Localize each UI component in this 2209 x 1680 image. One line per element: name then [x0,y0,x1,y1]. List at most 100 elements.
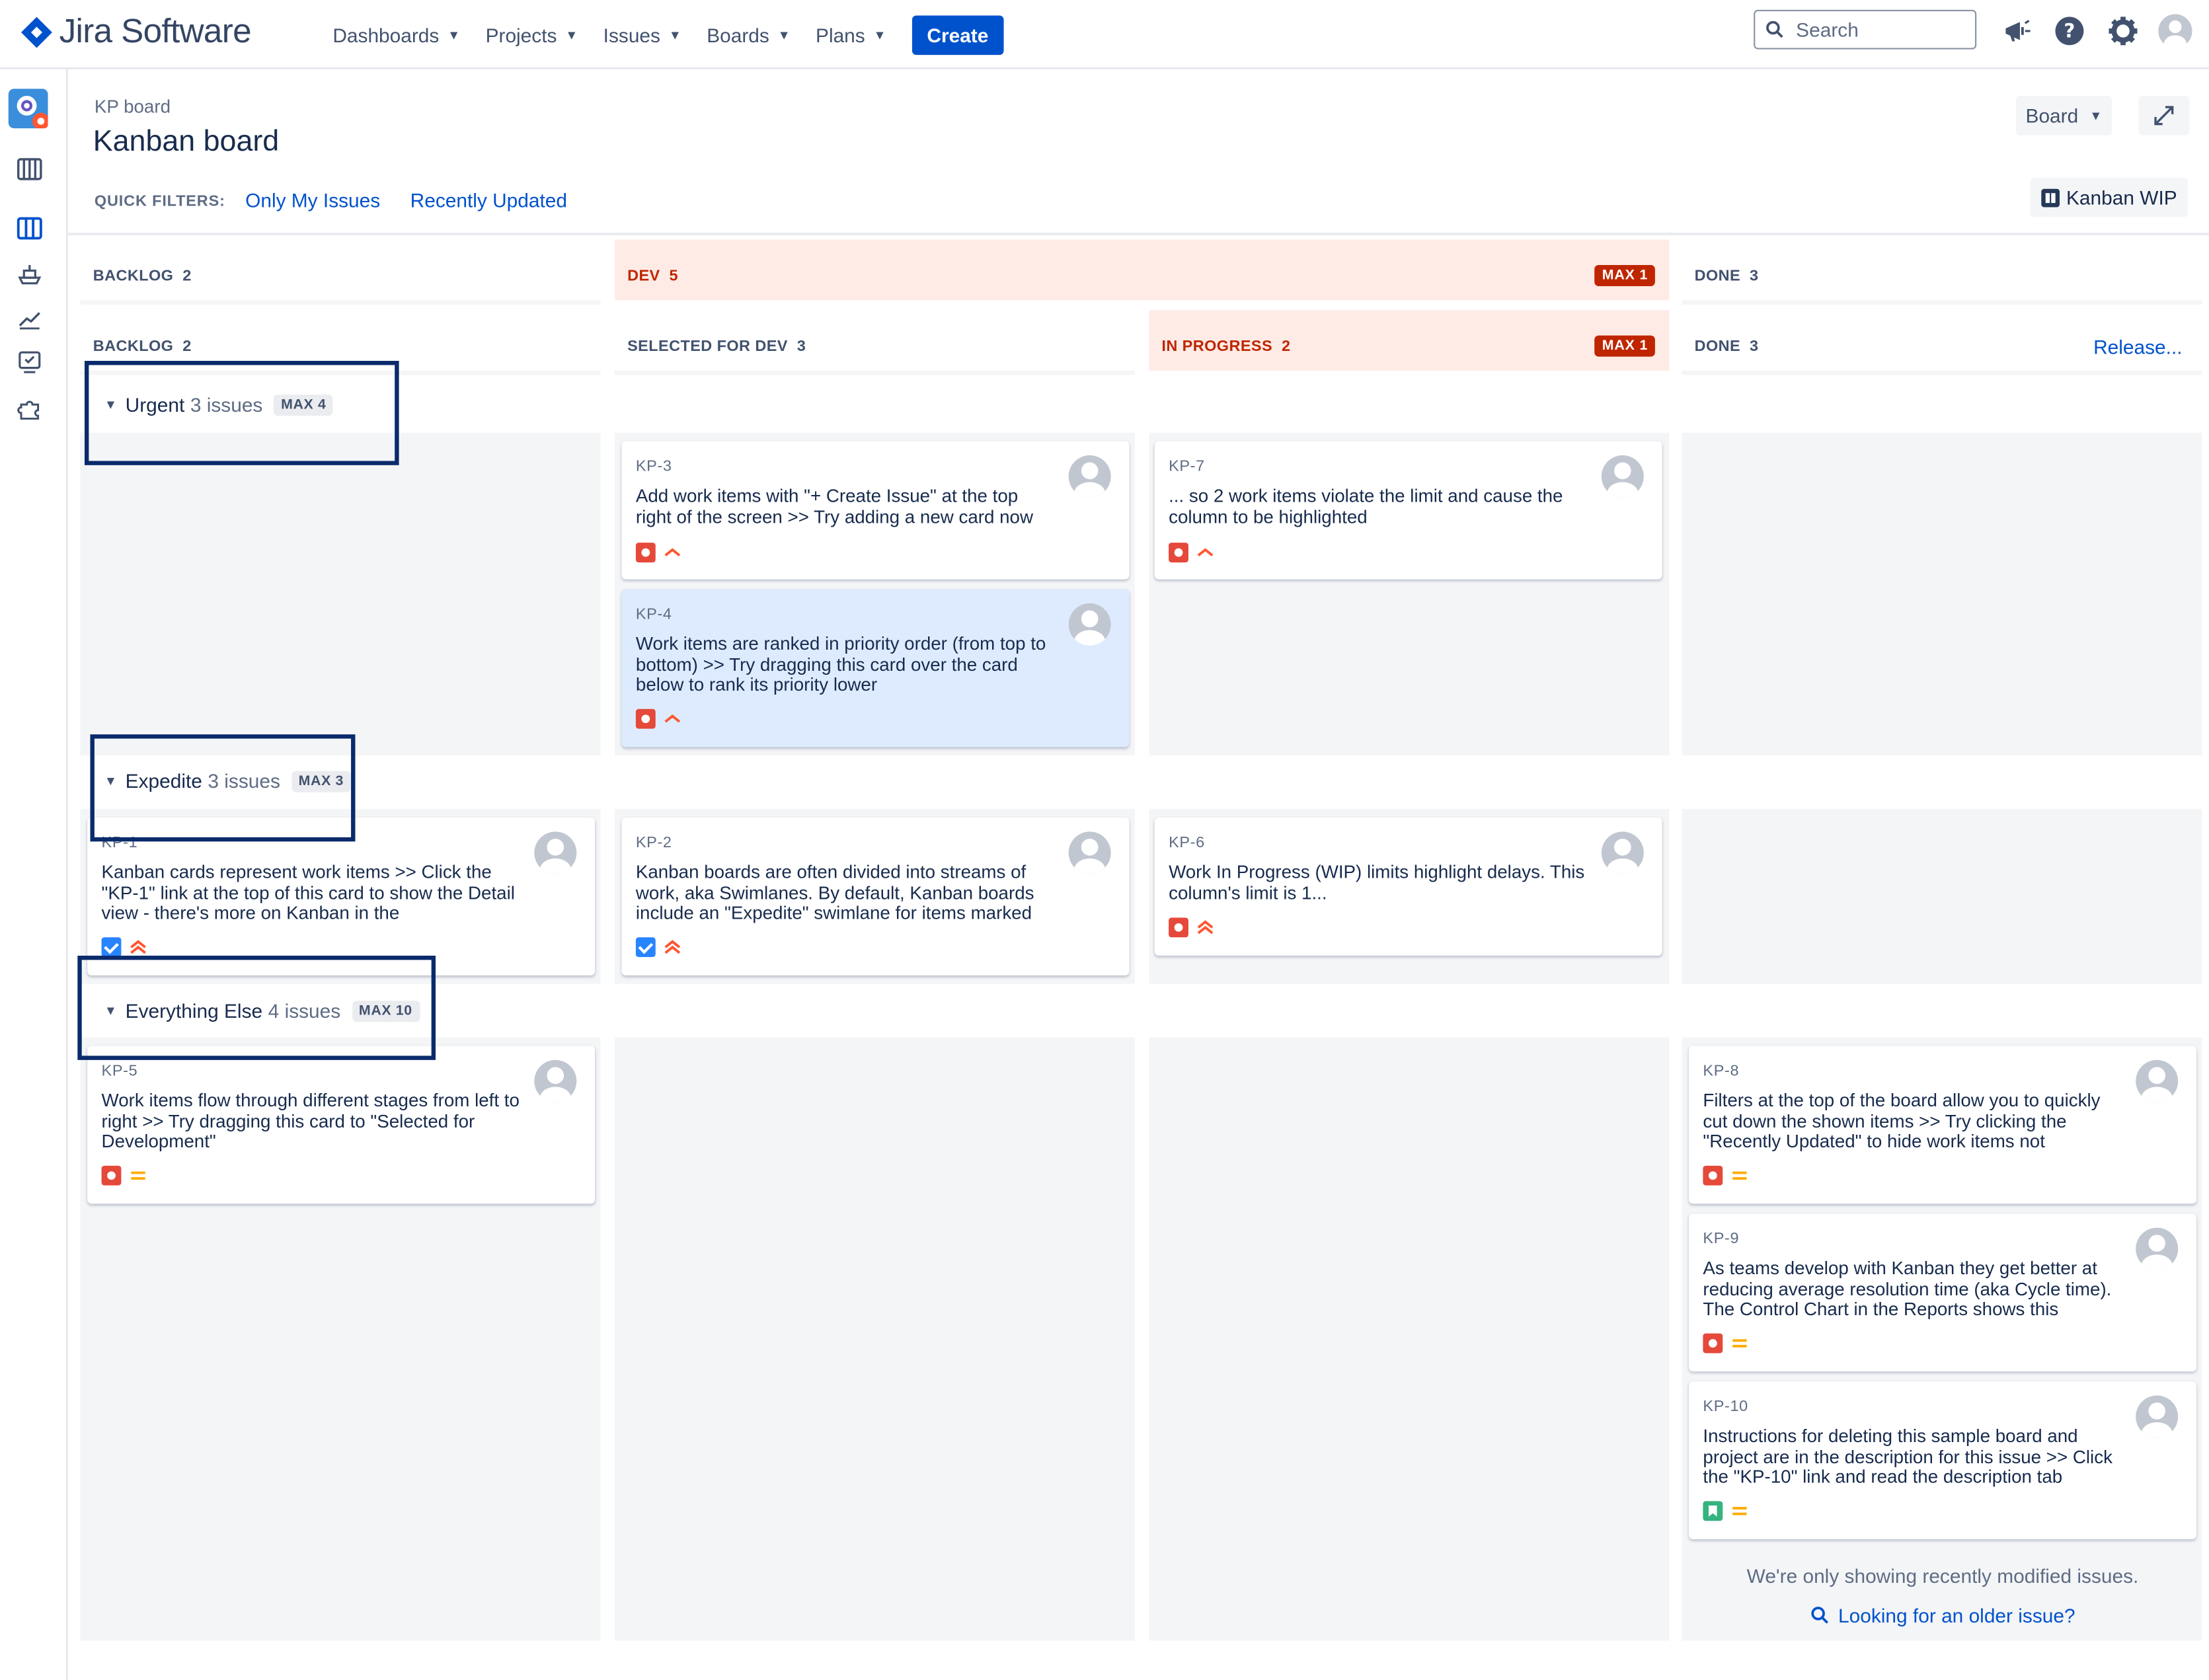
card-kp-9[interactable]: KP-9 As teams develop with Kanban they g… [1689,1213,2196,1372]
issue-key[interactable]: KP-6 [1169,835,1205,852]
column-header-selected-for-dev: SELECTED FOR DEV 3 [614,310,1135,375]
board-icon[interactable] [15,214,44,243]
notifications-icon[interactable] [2000,14,2034,48]
help-icon[interactable]: ? [2052,14,2086,48]
nav-projects[interactable]: Projects ▼ [475,19,590,52]
annotation-box-everything-else [77,956,436,1060]
assignee-avatar [1068,455,1111,498]
column-group-title: BACKLOG 2 [93,268,192,285]
user-avatar[interactable] [2158,14,2192,48]
nav-boards-label: Boards [707,24,769,47]
issues-icon[interactable] [15,348,44,377]
backlog-icon[interactable] [15,155,44,184]
card-kp-2[interactable]: KP-2 Kanban boards are often divided int… [621,818,1130,975]
kanban-wip-label: Kanban WIP [2066,186,2177,209]
assignee-avatar [1068,603,1111,646]
assignee-avatar [2136,1059,2179,1102]
board-menu-button[interactable]: Board ▼ [2015,96,2112,135]
bug-icon [101,1165,122,1186]
card-kp-8[interactable]: KP-8 Filters at the top of the board all… [1689,1046,2196,1204]
create-button[interactable]: Create [911,15,1004,56]
column-title: DONE 3 [1694,338,1759,356]
priority-medium-icon [128,1166,148,1186]
card-icons [1169,917,1216,938]
issue-key[interactable]: KP-3 [636,458,672,475]
nav-dashboards[interactable]: Dashboards ▼ [321,19,471,52]
nav-dashboards-label: Dashboards [332,24,440,47]
search-input[interactable] [1793,17,1968,42]
settings-icon[interactable] [2106,14,2140,48]
priority-highest-icon [128,937,148,957]
priority-medium-icon [1730,1501,1750,1521]
card-kp-6[interactable]: KP-6 Work In Progress (WIP) limits highl… [1154,818,1662,956]
assignee-avatar [2136,1395,2179,1438]
task-icon [101,937,122,958]
nav-plans[interactable]: Plans ▼ [804,19,898,52]
assignee-avatar [1601,831,1644,874]
bug-icon [1169,917,1188,938]
issue-key[interactable]: KP-7 [1169,458,1205,475]
cell-else-selected [614,1037,1135,1641]
issue-key[interactable]: KP-9 [1703,1231,1739,1248]
annotation-box-urgent [84,360,399,465]
priority-medium-icon [1730,1334,1750,1354]
priority-medium-icon [1730,1166,1750,1186]
priority-high-icon [1196,543,1216,562]
main-menu: Dashboards ▼ Projects ▼ Issues ▼ Boards ▼ Pl… [321,15,1004,56]
project-avatar[interactable] [8,89,50,130]
priority-high-icon [662,709,682,729]
fullscreen-button[interactable] [2138,96,2190,135]
issue-key[interactable]: KP-8 [1703,1063,1739,1080]
priority-highest-icon [1196,917,1216,937]
header-divider [67,232,2209,236]
bug-icon [635,708,656,729]
add-ons-icon[interactable] [15,395,44,423]
column-group-title: DEV 5 [627,268,679,285]
search-box[interactable] [1754,9,1977,50]
kanban-wip-button[interactable]: Kanban WIP [2030,177,2189,217]
issue-key[interactable]: KP-10 [1703,1398,1748,1416]
column-group-title: DONE 3 [1694,268,1759,285]
board-icon [2040,188,2060,207]
nav-boards[interactable]: Boards ▼ [695,19,802,52]
board-menu-label: Board [2025,104,2079,127]
card-kp-5[interactable]: KP-5 Work items flow through different s… [87,1046,596,1204]
card-kp-3[interactable]: KP-3 Add work items with "+ Create Issue… [621,441,1130,580]
issue-key[interactable]: KP-2 [636,835,672,852]
annotation-box-expedite [90,734,356,842]
chevron-down-icon: ▼ [2089,108,2103,123]
task-icon [635,937,656,958]
filter-only-my-issues[interactable]: Only My Issues [245,189,380,211]
card-icons [101,1165,148,1186]
issue-key[interactable]: KP-4 [636,606,672,623]
nav-plans-label: Plans [816,24,865,47]
issue-summary: Work items flow through different stages… [101,1089,520,1153]
jira-logo[interactable]: Jira Software [20,13,252,52]
column-header-in-progress: IN PROGRESS 2 MAX 1 [1149,310,1670,375]
card-kp-7[interactable]: KP-7 ... so 2 work items violate the lim… [1154,441,1662,580]
issue-summary: Work items are ranked in priority order … [635,632,1046,696]
card-kp-10[interactable]: KP-10 Instructions for deleting this sam… [1689,1381,2196,1540]
issue-key[interactable]: KP-5 [102,1063,138,1080]
wip-limit-badge: MAX 1 [1595,335,1655,357]
nav-issues[interactable]: Issues ▼ [592,19,693,52]
breadcrumb[interactable]: KP board [95,96,171,117]
expand-icon [2154,106,2174,126]
column-title: BACKLOG 2 [93,338,192,356]
older-issue-link[interactable]: Looking for an older issue? [1682,1604,2203,1626]
reports-icon[interactable] [15,305,44,333]
release-link[interactable]: Release... [2093,336,2182,358]
story-icon [1703,1501,1723,1521]
nav-issues-label: Issues [603,24,660,47]
older-issue-label: Looking for an older issue? [1838,1604,2075,1627]
card-icons [635,708,682,729]
cell-expedite-done [1682,809,2202,984]
project-sidebar [0,69,68,1680]
card-icons [1703,1165,1750,1186]
chevron-down-icon: ▼ [873,28,886,42]
card-icons [1703,1501,1749,1521]
page-title: Kanban board [93,125,280,158]
filter-recently-updated[interactable]: Recently Updated [410,189,567,211]
card-kp-4[interactable]: KP-4 Work items are ranked in priority o… [621,589,1130,747]
releases-icon[interactable] [15,261,44,289]
